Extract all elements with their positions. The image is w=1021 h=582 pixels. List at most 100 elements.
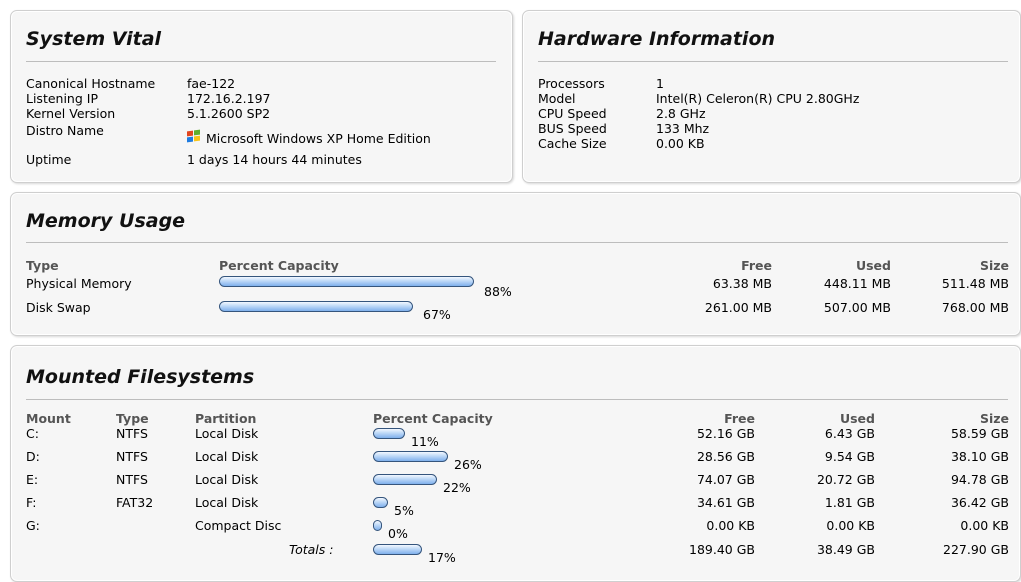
listening-ip-label: Listening IP (26, 91, 98, 106)
fs-row-used: 0.00 KB (826, 518, 875, 533)
memory-header-size: Size (979, 258, 1009, 273)
fs-row-mount: F: (26, 495, 37, 510)
fs-row-type: NTFS (116, 426, 148, 441)
system-vital-panel: System Vital Canonical Hostname fae-122 … (10, 10, 513, 183)
fs-percent-label: 11% (411, 434, 439, 449)
fs-row-used: 9.54 GB (824, 449, 875, 464)
fs-row-mount: E: (26, 472, 39, 487)
fs-usage-bar (373, 428, 405, 439)
fs-row-size: 38.10 GB (950, 449, 1009, 464)
memory-row-type: Disk Swap (26, 300, 91, 315)
fs-row-free: 28.56 GB (696, 449, 755, 464)
memory-row-type: Physical Memory (26, 276, 132, 291)
system-vital-title: System Vital (26, 28, 162, 50)
fs-percent-label: 5% (394, 503, 414, 518)
kernel-version-label: Kernel Version (26, 106, 116, 121)
distro-name-value: Microsoft Windows XP Home Edition (187, 129, 431, 146)
divider (538, 61, 1008, 62)
fs-header-partition: Partition (195, 411, 257, 426)
kernel-version-value: 5.1.2600 SP2 (187, 106, 271, 121)
fs-row-used: 6.43 GB (824, 426, 875, 441)
processors-label: Processors (538, 76, 605, 91)
mounted-filesystems-panel: Mounted Filesystems Mount Type Partition… (10, 345, 1021, 582)
fs-totals-free: 189.40 GB (689, 542, 755, 557)
listening-ip-value: 172.16.2.197 (187, 91, 271, 106)
fs-row-mount: D: (26, 449, 40, 464)
cpu-speed-value: 2.8 GHz (656, 106, 706, 121)
model-label: Model (538, 91, 576, 106)
cpu-speed-label: CPU Speed (538, 106, 607, 121)
fs-row-partition: Compact Disc (195, 518, 282, 533)
fs-header-used: Used (839, 411, 875, 426)
fs-percent-label: 0% (388, 526, 408, 541)
hardware-information-panel: Hardware Information Processors 1 Model … (522, 10, 1021, 183)
fs-row-used: 20.72 GB (816, 472, 875, 487)
memory-header-free: Free (741, 258, 772, 273)
memory-row-size: 511.48 MB (941, 276, 1009, 291)
fs-totals-bar (373, 544, 422, 555)
fs-row-partition: Local Disk (195, 426, 259, 441)
fs-row-partition: Local Disk (195, 449, 259, 464)
hostname-label: Canonical Hostname (26, 76, 156, 91)
fs-percent-label: 26% (454, 457, 482, 472)
memory-usage-bar (219, 301, 413, 312)
fs-row-free: 74.07 GB (696, 472, 755, 487)
hardware-information-title: Hardware Information (538, 28, 776, 50)
cache-size-label: Cache Size (538, 136, 607, 151)
memory-usage-title: Memory Usage (26, 210, 186, 232)
memory-usage-panel: Memory Usage Type Percent Capacity Free … (10, 192, 1021, 336)
hostname-value: fae-122 (187, 76, 236, 91)
fs-percent-label: 22% (443, 480, 471, 495)
fs-row-type: NTFS (116, 472, 148, 487)
fs-row-free: 34.61 GB (696, 495, 755, 510)
fs-row-partition: Local Disk (195, 472, 259, 487)
memory-row-free: 261.00 MB (704, 300, 772, 315)
memory-row-size: 768.00 MB (941, 300, 1009, 315)
fs-row-size: 58.59 GB (950, 426, 1009, 441)
memory-percent-label: 88% (484, 284, 512, 299)
fs-row-type: FAT32 (116, 495, 154, 510)
fs-usage-bar (373, 474, 437, 485)
uptime-value: 1 days 14 hours 44 minutes (187, 152, 362, 167)
fs-row-mount: G: (26, 518, 40, 533)
divider (26, 399, 1008, 400)
fs-row-size: 36.42 GB (950, 495, 1009, 510)
bus-speed-value: 133 Mhz (656, 121, 710, 136)
memory-header-used: Used (855, 258, 891, 273)
fs-header-size: Size (979, 411, 1009, 426)
fs-row-type: NTFS (116, 449, 148, 464)
fs-row-used: 1.81 GB (824, 495, 875, 510)
divider (26, 61, 496, 62)
cache-size-value: 0.00 KB (656, 136, 705, 151)
fs-header-percent: Percent Capacity (373, 411, 493, 426)
memory-header-type: Type (26, 258, 59, 273)
uptime-label: Uptime (26, 152, 72, 167)
fs-row-free: 52.16 GB (696, 426, 755, 441)
fs-totals-label: Totals : (289, 542, 334, 557)
memory-row-used: 448.11 MB (823, 276, 891, 291)
fs-usage-bar (373, 451, 448, 462)
fs-row-size: 0.00 KB (960, 518, 1009, 533)
bus-speed-label: BUS Speed (538, 121, 607, 136)
fs-totals-size: 227.90 GB (943, 542, 1009, 557)
model-value: Intel(R) Celeron(R) CPU 2.80GHz (656, 91, 860, 106)
fs-row-mount: C: (26, 426, 39, 441)
fs-totals-used: 38.49 GB (816, 542, 875, 557)
fs-usage-bar (373, 520, 382, 531)
fs-header-free: Free (724, 411, 755, 426)
memory-row-used: 507.00 MB (823, 300, 891, 315)
distro-name-text: Microsoft Windows XP Home Edition (206, 131, 431, 146)
fs-totals-percent-label: 17% (428, 550, 456, 565)
fs-header-type: Type (116, 411, 149, 426)
fs-usage-bar (373, 497, 388, 508)
memory-usage-bar (219, 276, 474, 287)
divider (26, 242, 1008, 243)
fs-row-size: 94.78 GB (950, 472, 1009, 487)
fs-header-mount: Mount (26, 411, 71, 426)
processors-value: 1 (656, 76, 664, 91)
windows-logo-icon (187, 129, 201, 144)
memory-row-free: 63.38 MB (712, 276, 772, 291)
memory-header-percent: Percent Capacity (219, 258, 339, 273)
mounted-filesystems-title: Mounted Filesystems (26, 366, 255, 388)
fs-row-free: 0.00 KB (706, 518, 755, 533)
